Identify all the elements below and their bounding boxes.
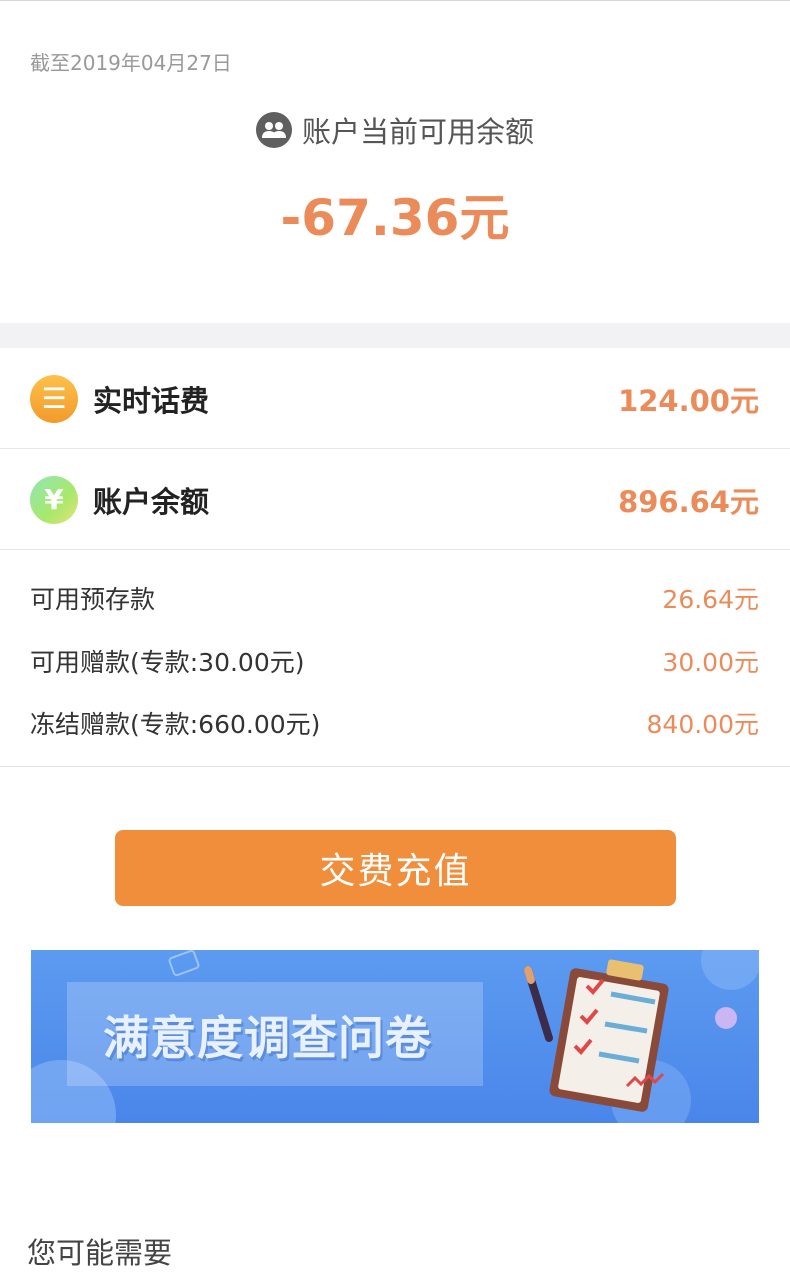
available-balance-amount: -67.36元 [280, 189, 510, 247]
available-balance-header: 账户当前可用余额 [0, 110, 790, 150]
you-may-need-heading: 您可能需要 [27, 1236, 173, 1270]
available-balance-label: 账户当前可用余额 [301, 115, 534, 149]
detail-row-prepaid: 可用预存款 26.64元 [0, 575, 790, 625]
list-coin-icon: ☰ [30, 374, 78, 423]
realtime-charges-value: 124.00元 [618, 383, 759, 418]
account-balance-title: 账户余额 [93, 484, 210, 519]
account-balance-page: 截至2019年04月27日 账户当前可用余额 -67.36元 ☰ 实时话费 12… [0, 0, 790, 1280]
detail-label: 冻结赠款(专款:660.00元) [30, 710, 321, 739]
pay-recharge-button[interactable]: 交费充值 [115, 830, 676, 906]
users-icon [255, 112, 292, 148]
detail-row-frozen-bonus: 冻结赠款(专款:660.00元) 840.00元 [0, 700, 790, 750]
realtime-charges-row[interactable]: ☰ 实时话费 124.00元 [0, 349, 790, 449]
yuan-coin-icon: ¥ [30, 475, 78, 524]
account-balance-value: 896.64元 [618, 484, 759, 519]
survey-title: 满意度调查问卷 [103, 1011, 432, 1065]
detail-value: 26.64元 [662, 585, 759, 614]
section-gap [0, 323, 790, 348]
detail-value: 30.00元 [662, 648, 759, 677]
clipboard-checklist-icon [524, 959, 669, 1112]
top-divider [0, 0, 790, 1]
as-of-date: 截至2019年04月27日 [30, 51, 232, 75]
account-balance-row[interactable]: ¥ 账户余额 896.64元 [0, 450, 790, 550]
realtime-charges-title: 实时话费 [93, 383, 210, 418]
detail-divider [0, 766, 790, 767]
detail-label: 可用赠款(专款:30.00元) [30, 648, 305, 677]
survey-banner[interactable]: 满意度调查问卷 [31, 950, 759, 1123]
detail-value: 840.00元 [646, 710, 759, 739]
detail-label: 可用预存款 [30, 585, 156, 614]
detail-row-available-bonus: 可用赠款(专款:30.00元) 30.00元 [0, 638, 790, 688]
